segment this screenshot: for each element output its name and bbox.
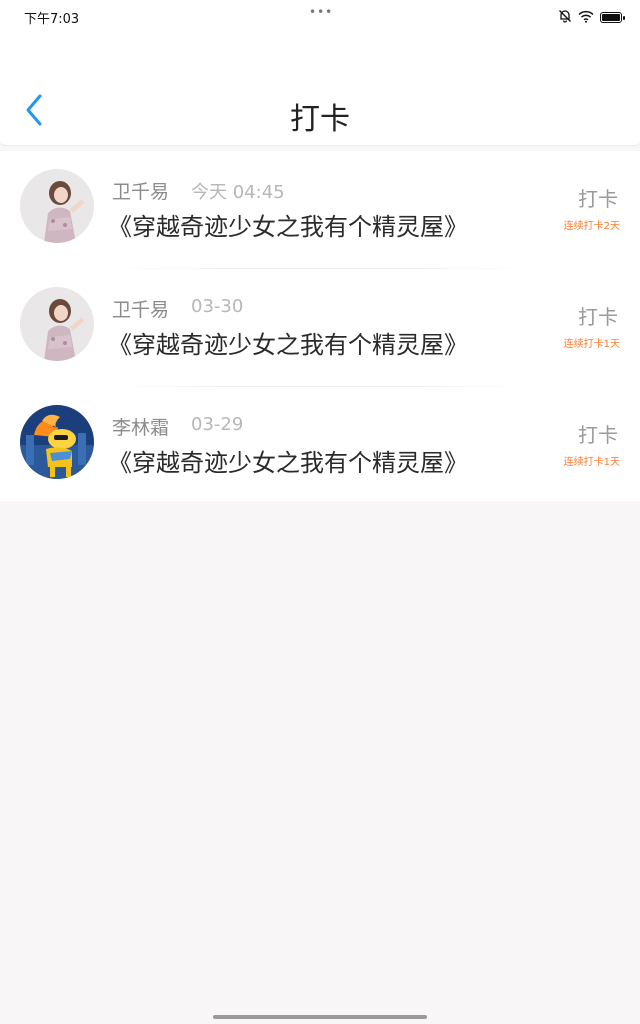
nav-bar: 打卡 — [0, 32, 640, 146]
avatar[interactable] — [20, 169, 94, 243]
book-title[interactable]: 《穿越奇迹少女之我有个精灵屋》 — [108, 207, 468, 242]
status-time: 下午7:03 — [24, 12, 80, 27]
streak-text: 连续打卡2天 — [563, 221, 620, 232]
book-title[interactable]: 《穿越奇迹少女之我有个精灵屋》 — [108, 325, 468, 360]
home-indicator[interactable] — [213, 1015, 427, 1019]
avatar[interactable] — [20, 405, 94, 479]
status-bar: 下午7:03 ••• — [0, 0, 640, 32]
status-dots: ••• — [309, 5, 334, 19]
list-item[interactable]: 李林霜 03-29 《穿越奇迹少女之我有个精灵屋》 打卡 连续打卡1天 — [0, 387, 640, 505]
mute-bell-icon — [558, 8, 572, 27]
record-time: 03-29 — [191, 414, 244, 435]
wifi-icon — [578, 8, 594, 27]
status-icons — [558, 8, 625, 27]
record-time: 03-30 — [191, 296, 244, 317]
checkin-button[interactable]: 打卡 — [578, 301, 618, 330]
record-time: 今天 04:45 — [191, 182, 285, 203]
checkin-list: 卫千易 今天 04:45 《穿越奇迹少女之我有个精灵屋》 打卡 连续打卡2天 卫… — [0, 151, 640, 501]
checkin-button[interactable]: 打卡 — [578, 183, 618, 212]
checkin-button[interactable]: 打卡 — [578, 419, 618, 448]
page-title: 打卡 — [290, 102, 350, 137]
streak-text: 连续打卡1天 — [563, 457, 620, 468]
streak-text: 连续打卡1天 — [563, 339, 620, 350]
user-name: 卫千易 — [112, 181, 170, 203]
list-item[interactable]: 卫千易 03-30 《穿越奇迹少女之我有个精灵屋》 打卡 连续打卡1天 — [0, 269, 640, 387]
avatar[interactable] — [20, 287, 94, 361]
user-name: 卫千易 — [112, 299, 170, 321]
book-title[interactable]: 《穿越奇迹少女之我有个精灵屋》 — [108, 443, 468, 478]
user-name: 李林霜 — [112, 417, 170, 439]
battery-icon — [600, 12, 625, 23]
list-item[interactable]: 卫千易 今天 04:45 《穿越奇迹少女之我有个精灵屋》 打卡 连续打卡2天 — [0, 151, 640, 269]
